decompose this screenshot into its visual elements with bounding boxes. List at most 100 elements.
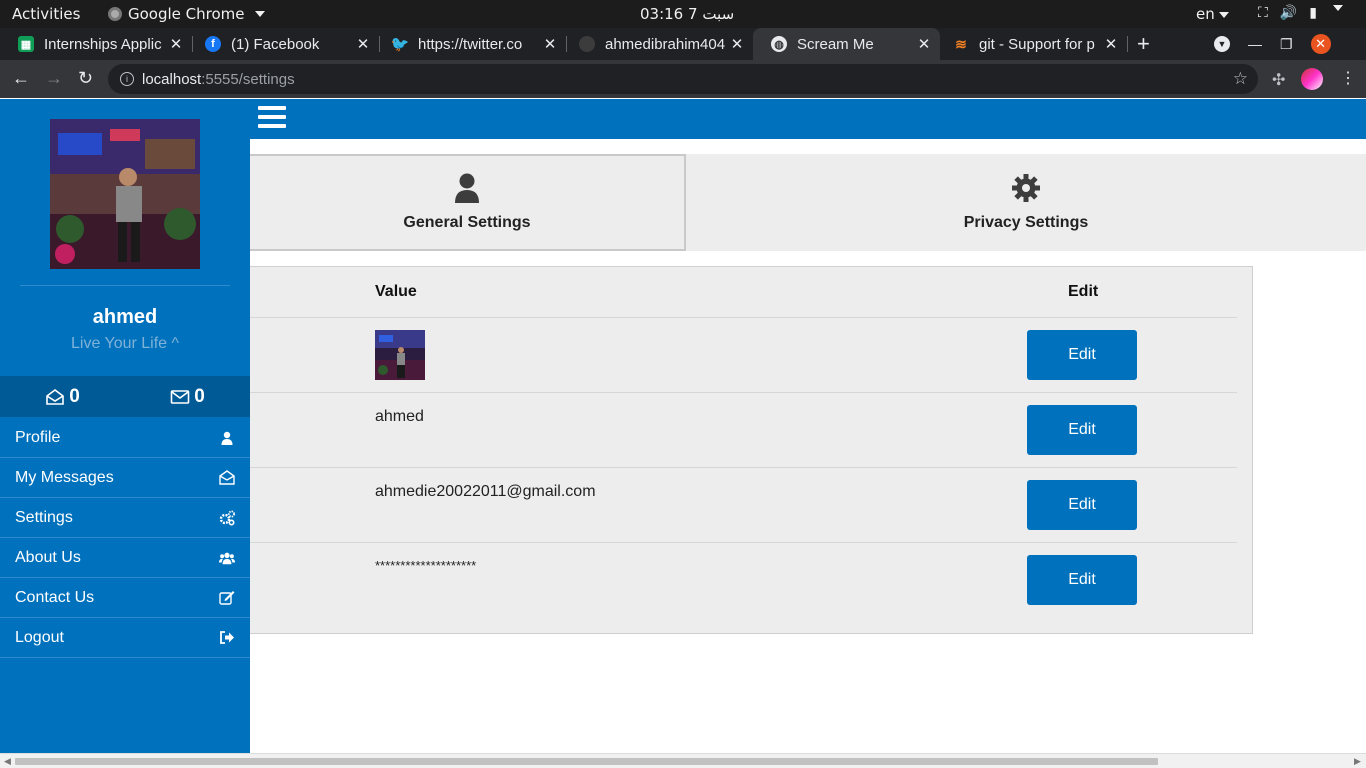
- app-menu-label: Google Chrome: [128, 5, 245, 23]
- globe-icon: ◍: [771, 36, 787, 52]
- new-tab-button[interactable]: +: [1137, 31, 1150, 57]
- sidebar-item-label: About Us: [15, 548, 81, 566]
- tab-title: (1) Facebook: [231, 35, 320, 53]
- browser-tab[interactable]: f (1) Facebook ✕: [187, 28, 379, 60]
- row-divider: [250, 467, 1237, 468]
- tab-privacy-settings[interactable]: Privacy Settings: [686, 154, 1366, 251]
- close-icon[interactable]: ✕: [353, 35, 373, 53]
- sidebar-item-my-messages[interactable]: My Messages: [0, 458, 250, 498]
- tab-label: Privacy Settings: [963, 214, 1089, 231]
- scrollbar-thumb[interactable]: [15, 758, 1158, 765]
- close-icon[interactable]: ✕: [727, 35, 747, 53]
- browser-tab[interactable]: ▦ Internships Applic ✕: [0, 28, 192, 60]
- forward-button[interactable]: →: [45, 68, 63, 89]
- reload-button[interactable]: ↻: [78, 68, 93, 89]
- edit-picture-button[interactable]: Edit: [1027, 330, 1137, 380]
- address-bar[interactable]: i localhost:5555/settings ☆: [108, 64, 1258, 94]
- sidebar-divider: [20, 285, 230, 286]
- mail-counter[interactable]: 0: [125, 376, 250, 417]
- app-header: [250, 99, 1366, 139]
- sidebar-item-profile[interactable]: Profile: [0, 418, 250, 458]
- language-label: en: [1196, 5, 1215, 23]
- tab-title: https://twitter.co: [418, 35, 523, 53]
- close-icon[interactable]: ✕: [166, 35, 186, 53]
- extensions-puzzle-icon[interactable]: ✣: [1272, 70, 1285, 90]
- avatar[interactable]: [50, 119, 200, 269]
- url-host: localhost: [142, 70, 202, 88]
- clock[interactable]: 03:16 سبت 7: [640, 5, 734, 23]
- avatar-photo: [50, 119, 200, 269]
- back-button[interactable]: ←: [12, 68, 30, 89]
- google-sheets-icon: ▦: [18, 36, 34, 52]
- close-icon[interactable]: ✕: [914, 35, 934, 53]
- profile-picture-thumbnail: [375, 330, 425, 380]
- restore-button[interactable]: ❐: [1280, 36, 1293, 53]
- activities-button[interactable]: Activities: [12, 5, 80, 23]
- sidebar-item-about-us[interactable]: About Us: [0, 538, 250, 578]
- horizontal-scrollbar[interactable]: ◀ ▶: [0, 753, 1366, 768]
- app-menu[interactable]: Google Chrome: [108, 5, 265, 23]
- inbox-count: 0: [69, 385, 80, 407]
- close-icon[interactable]: ✕: [1101, 35, 1121, 53]
- browser-tab[interactable]: 🐦 https://twitter.co ✕: [374, 28, 566, 60]
- close-window-button[interactable]: ✕: [1310, 34, 1331, 54]
- tab-strip: ▦ Internships Applic ✕ f (1) Facebook ✕ …: [0, 28, 1366, 60]
- menu-kebab-icon[interactable]: ⋮: [1340, 68, 1356, 88]
- row-divider: [250, 317, 1237, 318]
- caret-down-icon: [1332, 5, 1343, 11]
- tab-general-settings[interactable]: General Settings: [250, 154, 686, 251]
- user-status: Live Your Life ^: [70, 335, 180, 352]
- username-value: ahmed: [375, 408, 424, 425]
- sidebar-item-settings[interactable]: Settings: [0, 498, 250, 538]
- system-tray[interactable]: ⛶ 🔊 ▮: [1258, 5, 1343, 21]
- browser-tab[interactable]: ahmedibrahim404 ✕: [561, 28, 753, 60]
- volume-icon: 🔊: [1279, 5, 1298, 21]
- minimize-button[interactable]: —: [1248, 36, 1262, 52]
- sidebar-item-logout[interactable]: Logout: [0, 618, 250, 658]
- scroll-left-arrow-icon[interactable]: ◀: [4, 756, 11, 767]
- sign-out-icon: [219, 630, 235, 646]
- close-icon[interactable]: ✕: [540, 35, 560, 53]
- sidebar-item-contact-us[interactable]: Contact Us: [0, 578, 250, 618]
- stackoverflow-icon: ≋: [955, 35, 967, 52]
- edit-email-button[interactable]: Edit: [1027, 480, 1137, 530]
- browser-tab[interactable]: ≋ git - Support for p ✕: [935, 28, 1127, 60]
- caret-down-icon: [1218, 11, 1229, 18]
- envelope-open-icon: [219, 470, 235, 486]
- edit-icon: [219, 590, 235, 606]
- edit-password-button[interactable]: Edit: [1027, 555, 1137, 605]
- info-icon[interactable]: i: [120, 72, 134, 86]
- inbox-counter[interactable]: 0: [0, 376, 125, 417]
- column-header-value: Value: [375, 283, 417, 300]
- envelope-icon: [170, 389, 190, 404]
- edit-username-button[interactable]: Edit: [1027, 405, 1137, 455]
- cogs-icon: [219, 510, 235, 526]
- profile-avatar[interactable]: [1301, 68, 1323, 90]
- sidebar-item-label: Logout: [15, 628, 64, 646]
- sidebar-item-label: My Messages: [15, 468, 114, 486]
- email-value: ahmedie20022011@gmail.com: [375, 483, 596, 500]
- user-icon: [454, 173, 480, 208]
- tab-title: ahmedibrahim404: [605, 35, 726, 53]
- tab-title: git - Support for p: [979, 35, 1095, 53]
- twitter-icon: 🐦: [390, 36, 410, 53]
- tab-title: Internships Applic: [44, 35, 162, 53]
- mail-count: 0: [194, 385, 205, 407]
- scroll-right-arrow-icon[interactable]: ▶: [1354, 756, 1361, 767]
- tab-search-icon[interactable]: ▼: [1214, 36, 1230, 52]
- caret-down-icon: [254, 11, 265, 17]
- url-path: :5555/settings: [201, 70, 295, 88]
- system-top-bar: Activities Google Chrome 03:16 سبت 7 en …: [0, 0, 1366, 28]
- chrome-icon: [108, 7, 122, 21]
- tab-label: General Settings: [403, 214, 531, 231]
- bookmark-star-icon[interactable]: ☆: [1233, 69, 1248, 89]
- row-divider: [250, 542, 1237, 543]
- sidebar: ahmed Live Your Life ^ 0 0 Profile My Me…: [0, 99, 250, 753]
- battery-icon: ▮: [1309, 5, 1317, 21]
- language-indicator[interactable]: en: [1196, 5, 1229, 23]
- hamburger-menu-icon[interactable]: [258, 106, 286, 130]
- counters-bar: 0 0: [0, 376, 250, 417]
- sidebar-item-label: Contact Us: [15, 588, 95, 606]
- browser-tab-active[interactable]: ◍ Scream Me ✕: [753, 28, 940, 60]
- gear-icon: [1011, 173, 1041, 208]
